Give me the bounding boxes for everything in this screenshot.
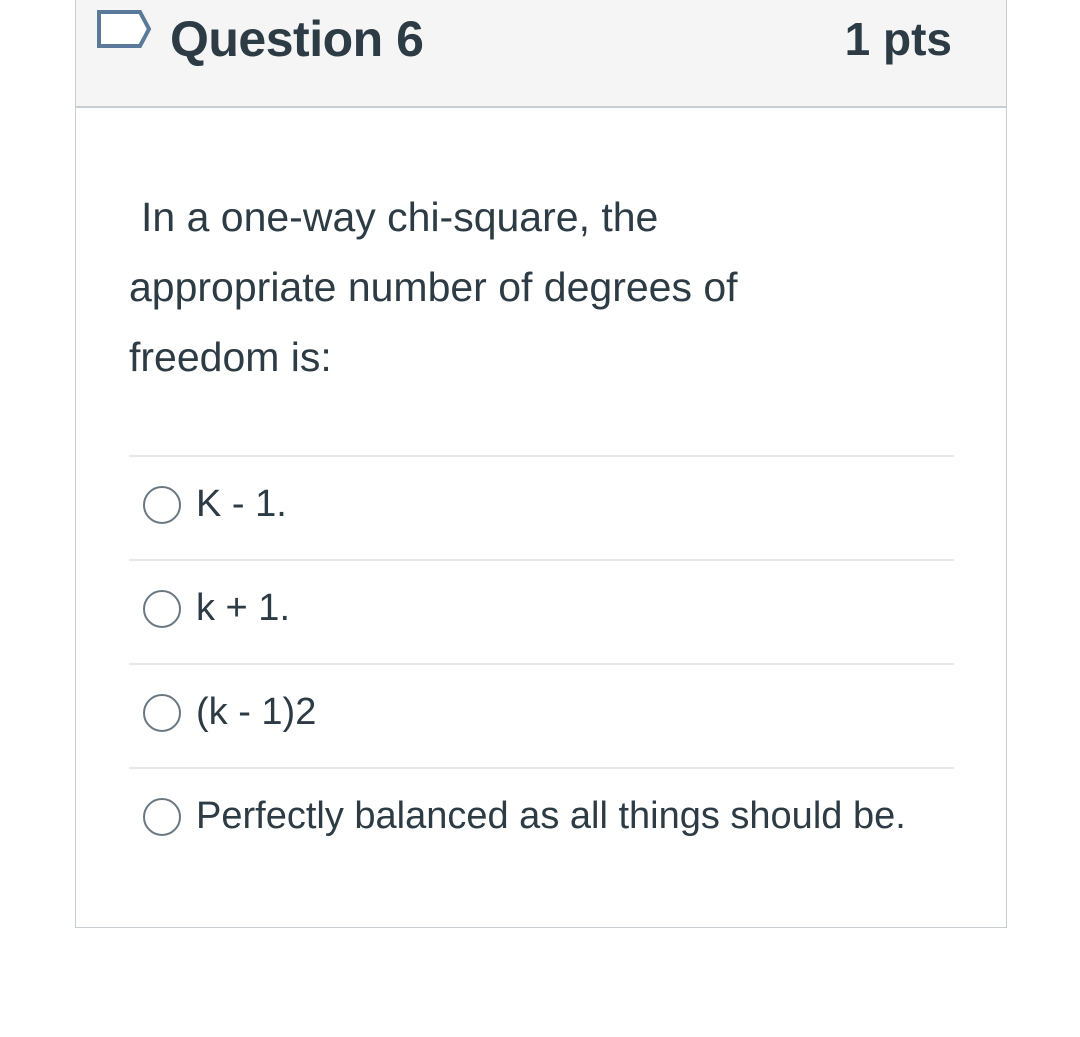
question-text: In a one-way chi-square, the appropriate…	[129, 182, 849, 392]
answer-label[interactable]: Perfectly balanced as all things should …	[196, 793, 906, 839]
answer-label[interactable]: K - 1.	[196, 481, 287, 527]
radio-button[interactable]	[143, 590, 181, 628]
answer-option-1[interactable]: K - 1.	[129, 455, 954, 559]
radio-button[interactable]	[143, 798, 181, 836]
question-points: 1 pts	[844, 13, 952, 65]
question-title: Question 6	[170, 11, 424, 67]
answer-list: K - 1. k + 1. (k - 1)2 Perfectly balance…	[129, 455, 954, 871]
question-card: Question 6 1 pts In a one-way chi-square…	[75, 0, 1007, 928]
radio-button[interactable]	[143, 486, 181, 524]
question-text-line-2: appropriate number of degrees of	[129, 264, 738, 310]
answer-label[interactable]: k + 1.	[196, 585, 290, 631]
question-text-line-1: In a one-way chi-square, the	[141, 194, 659, 240]
flag-question-icon[interactable]	[96, 9, 152, 49]
question-text-line-3: freedom is:	[129, 334, 332, 380]
question-header: Question 6 1 pts	[76, 0, 1006, 108]
radio-button[interactable]	[143, 694, 181, 732]
answer-option-2[interactable]: k + 1.	[129, 559, 954, 663]
answer-option-4[interactable]: Perfectly balanced as all things should …	[129, 767, 954, 871]
answer-label[interactable]: (k - 1)2	[196, 689, 316, 735]
answer-option-3[interactable]: (k - 1)2	[129, 663, 954, 767]
